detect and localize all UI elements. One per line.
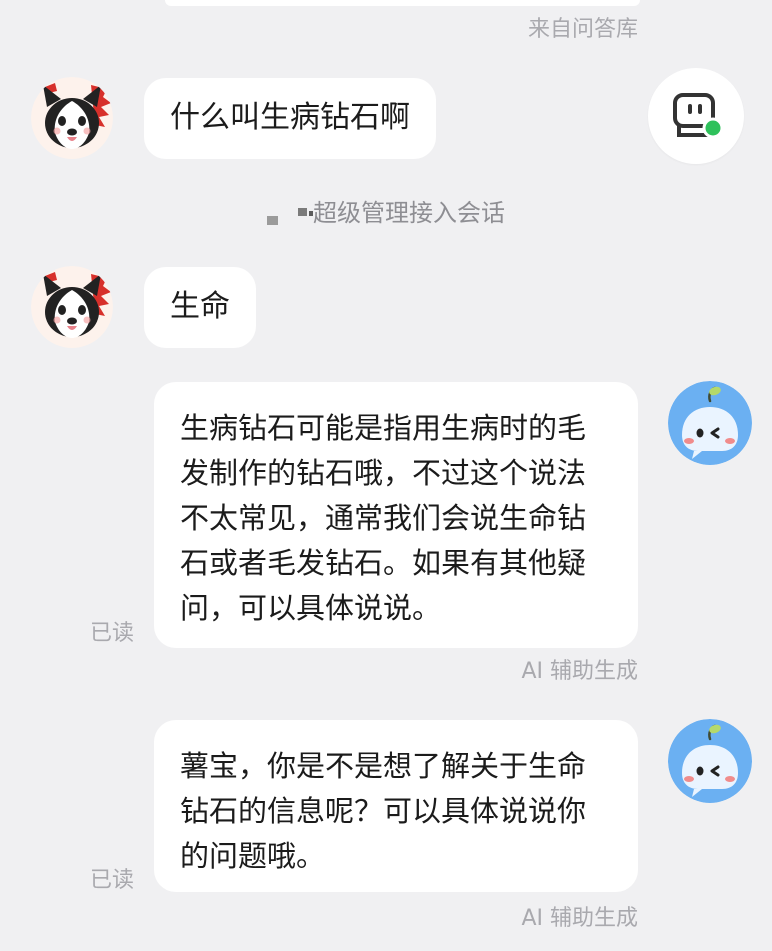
user-avatar[interactable]	[31, 266, 113, 348]
message-line: 薯宝，你是不是想了解关于生命	[180, 749, 587, 783]
read-status: 已读	[90, 868, 135, 893]
message-text: 生命	[170, 289, 230, 324]
husky-dog-avatar-icon	[31, 266, 113, 348]
assistant-message-bubble[interactable]: 薯宝，你是不是想了解关于生命 钻石的信息呢？可以具体说说你 的问题哦。	[154, 720, 638, 892]
message-line: 生病钻石可能是指用生病时的毛	[180, 411, 587, 445]
system-notice: 超级管理接入会话	[0, 198, 772, 228]
message-line: 问，可以具体说说。	[180, 591, 442, 625]
blurred-name	[267, 202, 313, 225]
message-line: 石或者毛发钻石。如果有其他疑	[180, 546, 587, 580]
husky-dog-avatar-icon	[31, 77, 113, 159]
message-line: 的问题哦。	[180, 839, 326, 873]
robot-support-icon	[673, 93, 724, 139]
system-notice-text: 超级管理接入会话	[313, 199, 505, 227]
ai-generated-label: AI 辅助生成	[521, 906, 638, 931]
message-line: 发制作的钻石哦，不过这个说法	[180, 456, 587, 490]
assistant-message-bubble[interactable]: 生病钻石可能是指用生病时的毛 发制作的钻石哦，不过这个说法 不太常见，通常我们会…	[154, 382, 638, 648]
message-text: 什么叫生病钻石啊	[170, 100, 410, 135]
source-label: 来自问答库	[527, 17, 638, 42]
chat-screen: 来自问答库 什么叫生病钻石啊 超级管理接入会话 生命 生病钻石可能是指用生病时的…	[0, 0, 772, 951]
assistant-avatar[interactable]	[668, 719, 752, 803]
support-avatar[interactable]	[648, 68, 744, 164]
read-status: 已读	[90, 621, 135, 646]
user-message-bubble[interactable]: 什么叫生病钻石啊	[144, 78, 436, 159]
message-line: 不太常见，通常我们会说生命钻	[180, 501, 587, 535]
message-line: 钻石的信息呢？可以具体说说你	[180, 794, 587, 828]
ai-generated-label: AI 辅助生成	[521, 659, 638, 684]
assistant-avatar[interactable]	[668, 381, 752, 465]
user-avatar[interactable]	[31, 77, 113, 159]
blue-bot-avatar-icon	[668, 719, 752, 803]
blue-bot-avatar-icon	[668, 381, 752, 465]
user-message-bubble[interactable]: 生命	[144, 267, 256, 348]
previous-message-bubble-edge	[165, 0, 640, 6]
